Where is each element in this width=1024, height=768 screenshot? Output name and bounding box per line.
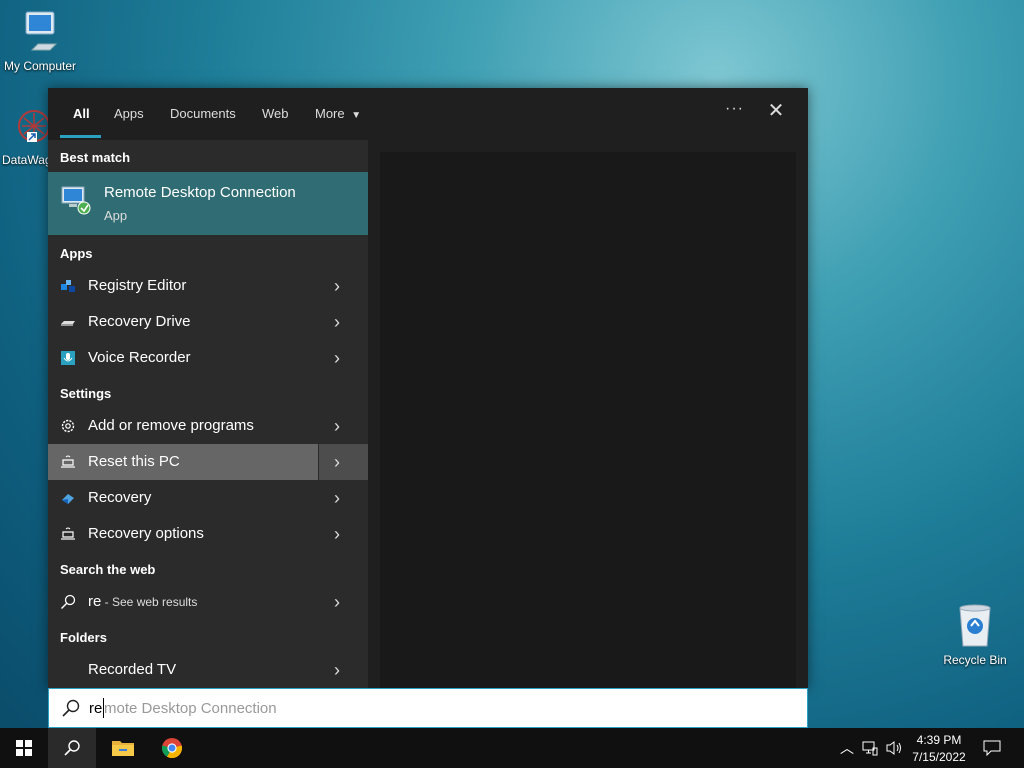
setting-label: Add or remove programs <box>88 417 254 434</box>
chevron-right-icon[interactable]: › <box>334 312 348 332</box>
recovery-drive-icon <box>61 321 75 326</box>
computer-icon <box>25 11 58 51</box>
web-query: re <box>88 593 102 610</box>
preview-area <box>368 140 808 688</box>
section-search-the-web: Search the web <box>60 562 156 577</box>
best-match-item[interactable]: Remote Desktop Connection App <box>48 172 368 235</box>
setting-label: Reset this PC <box>88 453 180 470</box>
network-icon <box>862 741 878 756</box>
chevron-up-icon: ︿ <box>840 740 854 756</box>
volume-button[interactable] <box>884 728 906 768</box>
section-settings: Settings <box>60 386 112 401</box>
search-taskbar-button[interactable] <box>48 728 96 768</box>
tab-web[interactable]: Web <box>262 106 289 121</box>
folder-icon <box>112 741 134 756</box>
setting-label: Recovery options <box>88 525 204 542</box>
web-result-label: re - See web results <box>88 593 197 610</box>
reset-pc-icon <box>61 455 75 468</box>
close-button[interactable]: ✕ <box>766 100 786 122</box>
app-label: Voice Recorder <box>88 349 191 366</box>
tab-apps[interactable]: Apps <box>114 106 144 121</box>
recovery-icon <box>62 494 74 504</box>
chevron-right-icon[interactable]: › <box>334 452 348 472</box>
tab-more-label: More <box>315 106 345 121</box>
preview-pane <box>380 152 796 688</box>
taskbar: ︿ 4:39 PM 7/15/2022 <box>0 728 1024 768</box>
tab-all[interactable]: All <box>73 106 90 121</box>
chevron-down-icon: ▼ <box>351 110 362 121</box>
search-box[interactable]: re mote Desktop Connection <box>48 688 808 728</box>
chevron-right-icon[interactable]: › <box>334 488 348 508</box>
remote-desktop-icon <box>61 186 91 215</box>
gear-icon <box>61 419 75 433</box>
chrome-icon <box>161 738 183 759</box>
section-best-match: Best match <box>60 150 131 165</box>
best-match-title: Remote Desktop Connection <box>104 184 296 201</box>
desktop-icon-recycle-bin[interactable]: Recycle Bin <box>935 602 1015 667</box>
chevron-right-icon[interactable]: › <box>334 416 348 436</box>
desktop-icon-label: My Computer <box>3 59 77 73</box>
desktop-icon-label: Recycle Bin <box>943 653 1007 667</box>
registry-editor-icon <box>61 280 75 292</box>
recycle-bin-icon <box>959 604 991 647</box>
search-icon <box>62 699 80 717</box>
search-input[interactable]: re <box>89 700 102 717</box>
web-suffix: - See web results <box>101 595 198 609</box>
chevron-right-icon[interactable]: › <box>334 660 348 680</box>
search-autocomplete: mote Desktop Connection <box>104 700 277 717</box>
section-apps: Apps <box>60 246 93 261</box>
more-options-button[interactable]: ··· <box>725 100 744 118</box>
clock-date: 7/15/2022 <box>912 750 966 764</box>
folder-label: Recorded TV <box>88 661 177 678</box>
app-voice-recorder[interactable]: Voice Recorder › <box>48 340 368 376</box>
setting-recovery[interactable]: Recovery › <box>48 480 368 516</box>
app-recovery-drive[interactable]: Recovery Drive › <box>48 304 368 340</box>
search-icon <box>61 594 76 609</box>
chevron-right-icon[interactable]: › <box>334 276 348 296</box>
chevron-right-icon[interactable]: › <box>334 524 348 544</box>
chevron-right-icon[interactable]: › <box>334 348 348 368</box>
desktop-icon-my-computer[interactable]: My Computer <box>0 10 80 73</box>
tab-documents[interactable]: Documents <box>170 106 236 121</box>
chevron-right-icon[interactable]: › <box>334 592 348 612</box>
windows-icon <box>16 740 32 756</box>
chrome-button[interactable] <box>148 728 196 768</box>
app-registry-editor[interactable]: Registry Editor › <box>48 268 368 304</box>
folder-recorded-tv[interactable]: Recorded TV › <box>48 652 368 688</box>
web-search-result[interactable]: re - See web results › <box>48 584 368 620</box>
search-icon <box>64 740 80 756</box>
start-button[interactable] <box>0 728 48 768</box>
notification-icon <box>983 740 1001 756</box>
setting-reset-this-pc[interactable]: Reset this PC › <box>48 444 369 480</box>
search-tabs: All Apps Documents Web More ▼ ··· ✕ <box>48 88 808 140</box>
file-explorer-button[interactable] <box>98 728 146 768</box>
results-list: Best match Remote Desktop Connection App… <box>48 140 369 688</box>
setting-label: Recovery <box>88 489 152 506</box>
section-folders: Folders <box>60 630 107 645</box>
setting-add-remove-programs[interactable]: Add or remove programs › <box>48 408 368 444</box>
show-hidden-icons[interactable]: ︿ <box>838 728 856 768</box>
search-panel: All Apps Documents Web More ▼ ··· ✕ Best… <box>48 88 808 688</box>
setting-recovery-options[interactable]: Recovery options › <box>48 516 368 552</box>
clock[interactable]: 4:39 PM 7/15/2022 <box>910 728 968 768</box>
network-button[interactable] <box>860 728 882 768</box>
app-label: Recovery Drive <box>88 313 191 330</box>
recovery-options-icon <box>61 527 75 540</box>
action-center-button[interactable] <box>976 728 1008 768</box>
best-match-subtitle: App <box>104 208 128 223</box>
tab-more[interactable]: More ▼ <box>315 106 361 121</box>
app-label: Registry Editor <box>88 277 187 294</box>
clock-time: 4:39 PM <box>916 733 962 747</box>
active-tab-indicator <box>60 135 101 138</box>
volume-icon <box>886 741 901 755</box>
voice-recorder-icon <box>61 351 75 365</box>
